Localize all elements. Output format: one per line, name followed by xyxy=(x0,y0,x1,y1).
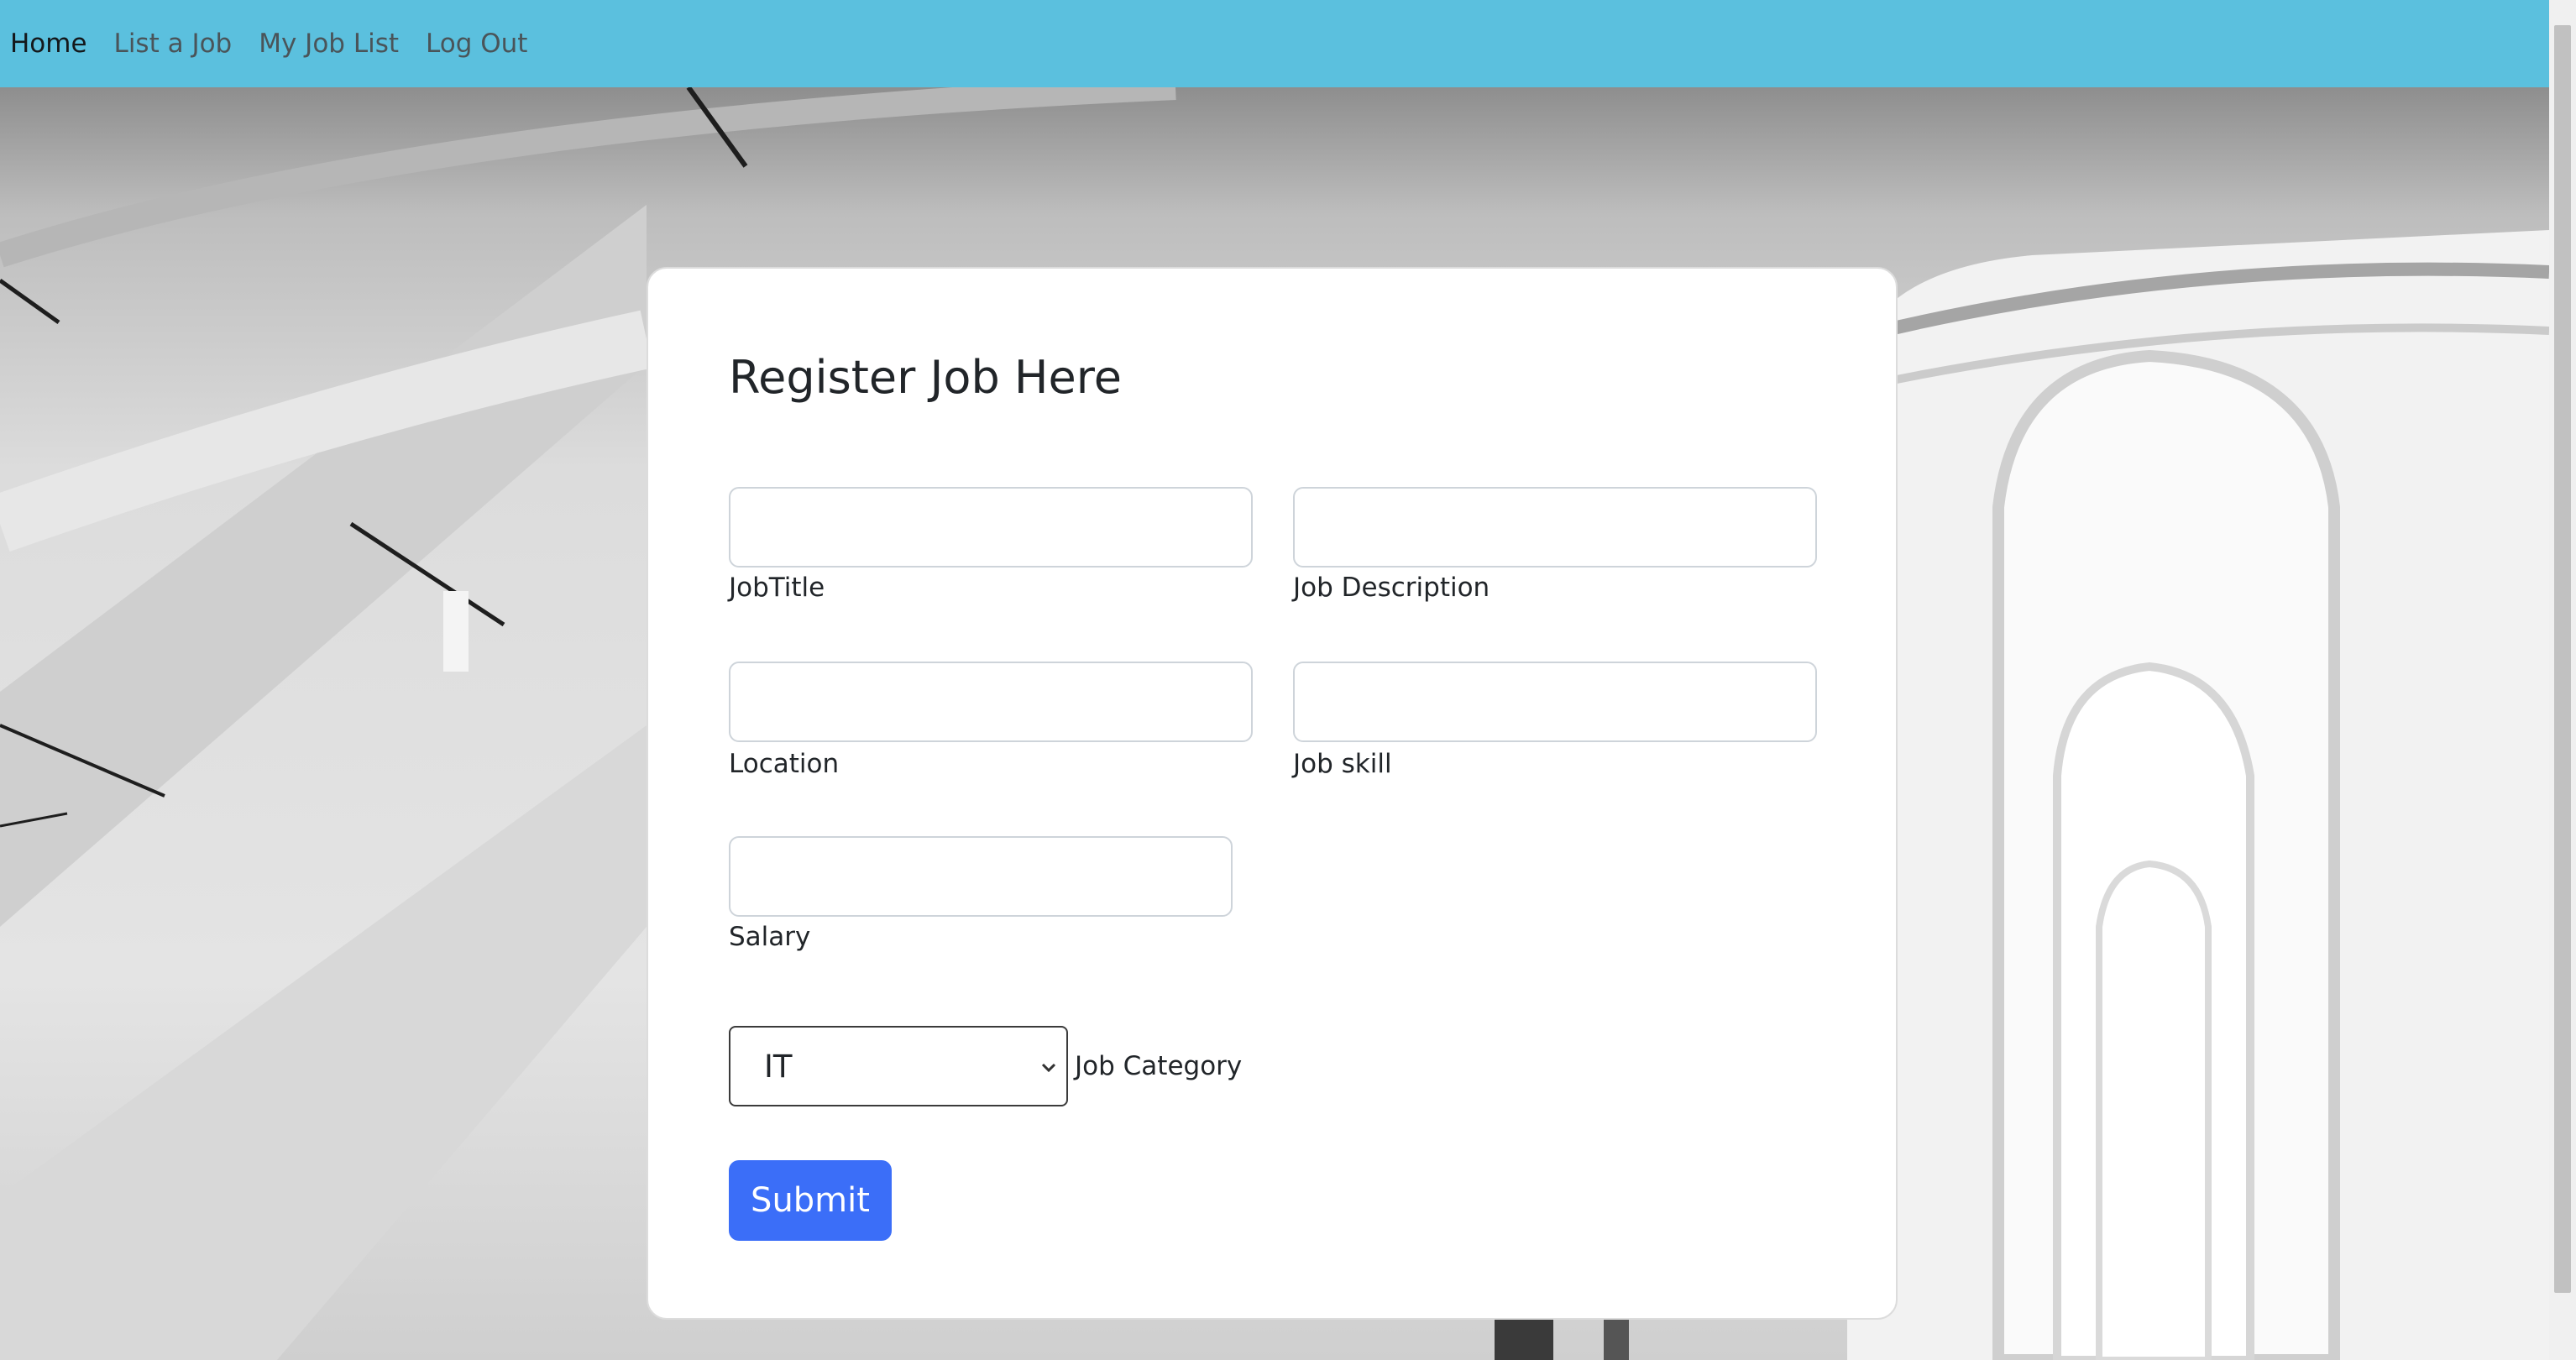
location-label: Location xyxy=(729,749,840,779)
page-scrollbar[interactable] xyxy=(2549,0,2576,1360)
nav-list-a-job-link[interactable]: List a Job xyxy=(114,29,233,59)
job-category-selected-value: IT xyxy=(764,1048,793,1085)
submit-button[interactable]: Submit xyxy=(729,1160,892,1241)
job-category-select[interactable]: IT xyxy=(729,1026,1068,1106)
salary-label: Salary xyxy=(729,922,811,952)
job-category-label: Job Category xyxy=(1075,1051,1243,1081)
nav-my-job-list-link[interactable]: My Job List xyxy=(259,29,399,59)
job-skill-label: Job skill xyxy=(1293,749,1392,779)
nav-home-link[interactable]: Home xyxy=(10,29,87,59)
salary-input[interactable] xyxy=(729,836,1233,917)
location-input[interactable] xyxy=(729,662,1253,742)
form-title: Register Job Here xyxy=(729,351,1122,404)
register-job-card: Register Job Here JobTitle Job Descripti… xyxy=(647,267,1898,1320)
job-description-input[interactable] xyxy=(1293,487,1817,568)
job-skill-input[interactable] xyxy=(1293,662,1817,742)
top-navbar: Home List a Job My Job List Log Out xyxy=(0,0,2549,87)
scrollbar-thumb[interactable] xyxy=(2554,25,2571,1293)
job-title-input[interactable] xyxy=(729,487,1253,568)
chevron-down-icon xyxy=(1041,1063,1056,1073)
nav-log-out-link[interactable]: Log Out xyxy=(426,29,527,59)
job-title-label: JobTitle xyxy=(729,573,825,603)
job-description-label: Job Description xyxy=(1293,573,1490,603)
